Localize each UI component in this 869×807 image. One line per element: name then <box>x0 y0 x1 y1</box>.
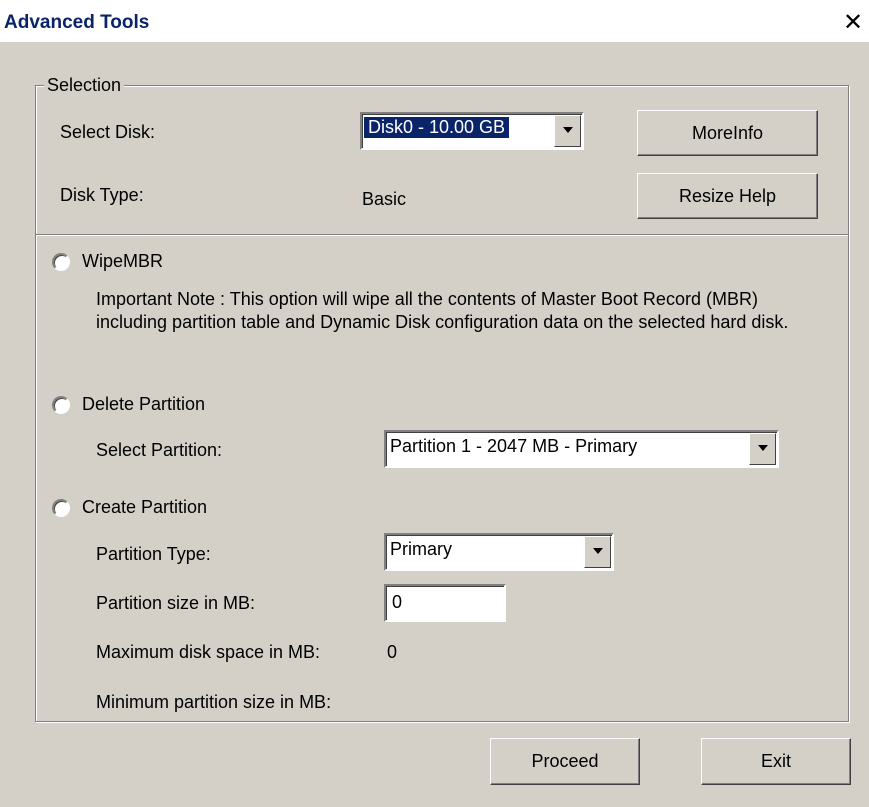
exit-button[interactable]: Exit <box>701 738 851 785</box>
max-disk-space-label: Maximum disk space in MB: <box>96 642 321 662</box>
min-partition-size-label: Minimum partition size in MB: <box>96 692 332 712</box>
window-title: Advanced Tools <box>4 12 150 33</box>
max-disk-space-value: 0 <box>387 642 398 662</box>
chevron-down-icon[interactable] <box>749 433 776 465</box>
delete-partition-label[interactable]: Delete Partition <box>82 394 205 415</box>
close-icon[interactable]: ✕ <box>840 11 866 36</box>
select-disk-label: Select Disk: <box>60 122 156 142</box>
partition-size-value: 0 <box>392 592 403 612</box>
partition-type-value: Primary <box>390 539 452 559</box>
partition-select[interactable]: Partition 1 - 2047 MB - Primary <box>384 430 779 468</box>
partition-size-input[interactable]: 0 <box>384 584 506 622</box>
selection-legend: Selection <box>44 75 125 96</box>
separator <box>36 234 848 236</box>
select-partition-label: Select Partition: <box>96 440 223 460</box>
disk-type-value: Basic <box>362 189 407 209</box>
partition-size-label: Partition size in MB: <box>96 593 256 613</box>
create-partition-radio[interactable] <box>52 499 70 517</box>
partition-select-value: Partition 1 - 2047 MB - Primary <box>390 436 638 456</box>
proceed-button[interactable]: Proceed <box>490 738 640 785</box>
partition-type-select[interactable]: Primary <box>384 533 614 571</box>
chevron-down-icon[interactable] <box>554 115 581 147</box>
delete-partition-radio[interactable] <box>52 396 70 414</box>
more-info-button[interactable]: MoreInfo <box>637 110 818 156</box>
resize-help-button[interactable]: Resize Help <box>637 173 818 219</box>
title-bar: Advanced Tools ✕ <box>0 0 869 42</box>
disk-type-label: Disk Type: <box>60 185 144 205</box>
wipe-mbr-radio[interactable] <box>52 253 70 271</box>
wipe-mbr-label[interactable]: WipeMBR <box>82 251 163 272</box>
chevron-down-icon[interactable] <box>584 536 611 568</box>
wipe-mbr-note: Important Note : This option will wipe a… <box>96 289 789 332</box>
disk-select-value: Disk0 - 10.00 GB <box>364 117 510 138</box>
partition-type-label: Partition Type: <box>96 544 211 564</box>
create-partition-label[interactable]: Create Partition <box>82 497 207 518</box>
disk-select[interactable]: Disk0 - 10.00 GB <box>360 112 584 150</box>
